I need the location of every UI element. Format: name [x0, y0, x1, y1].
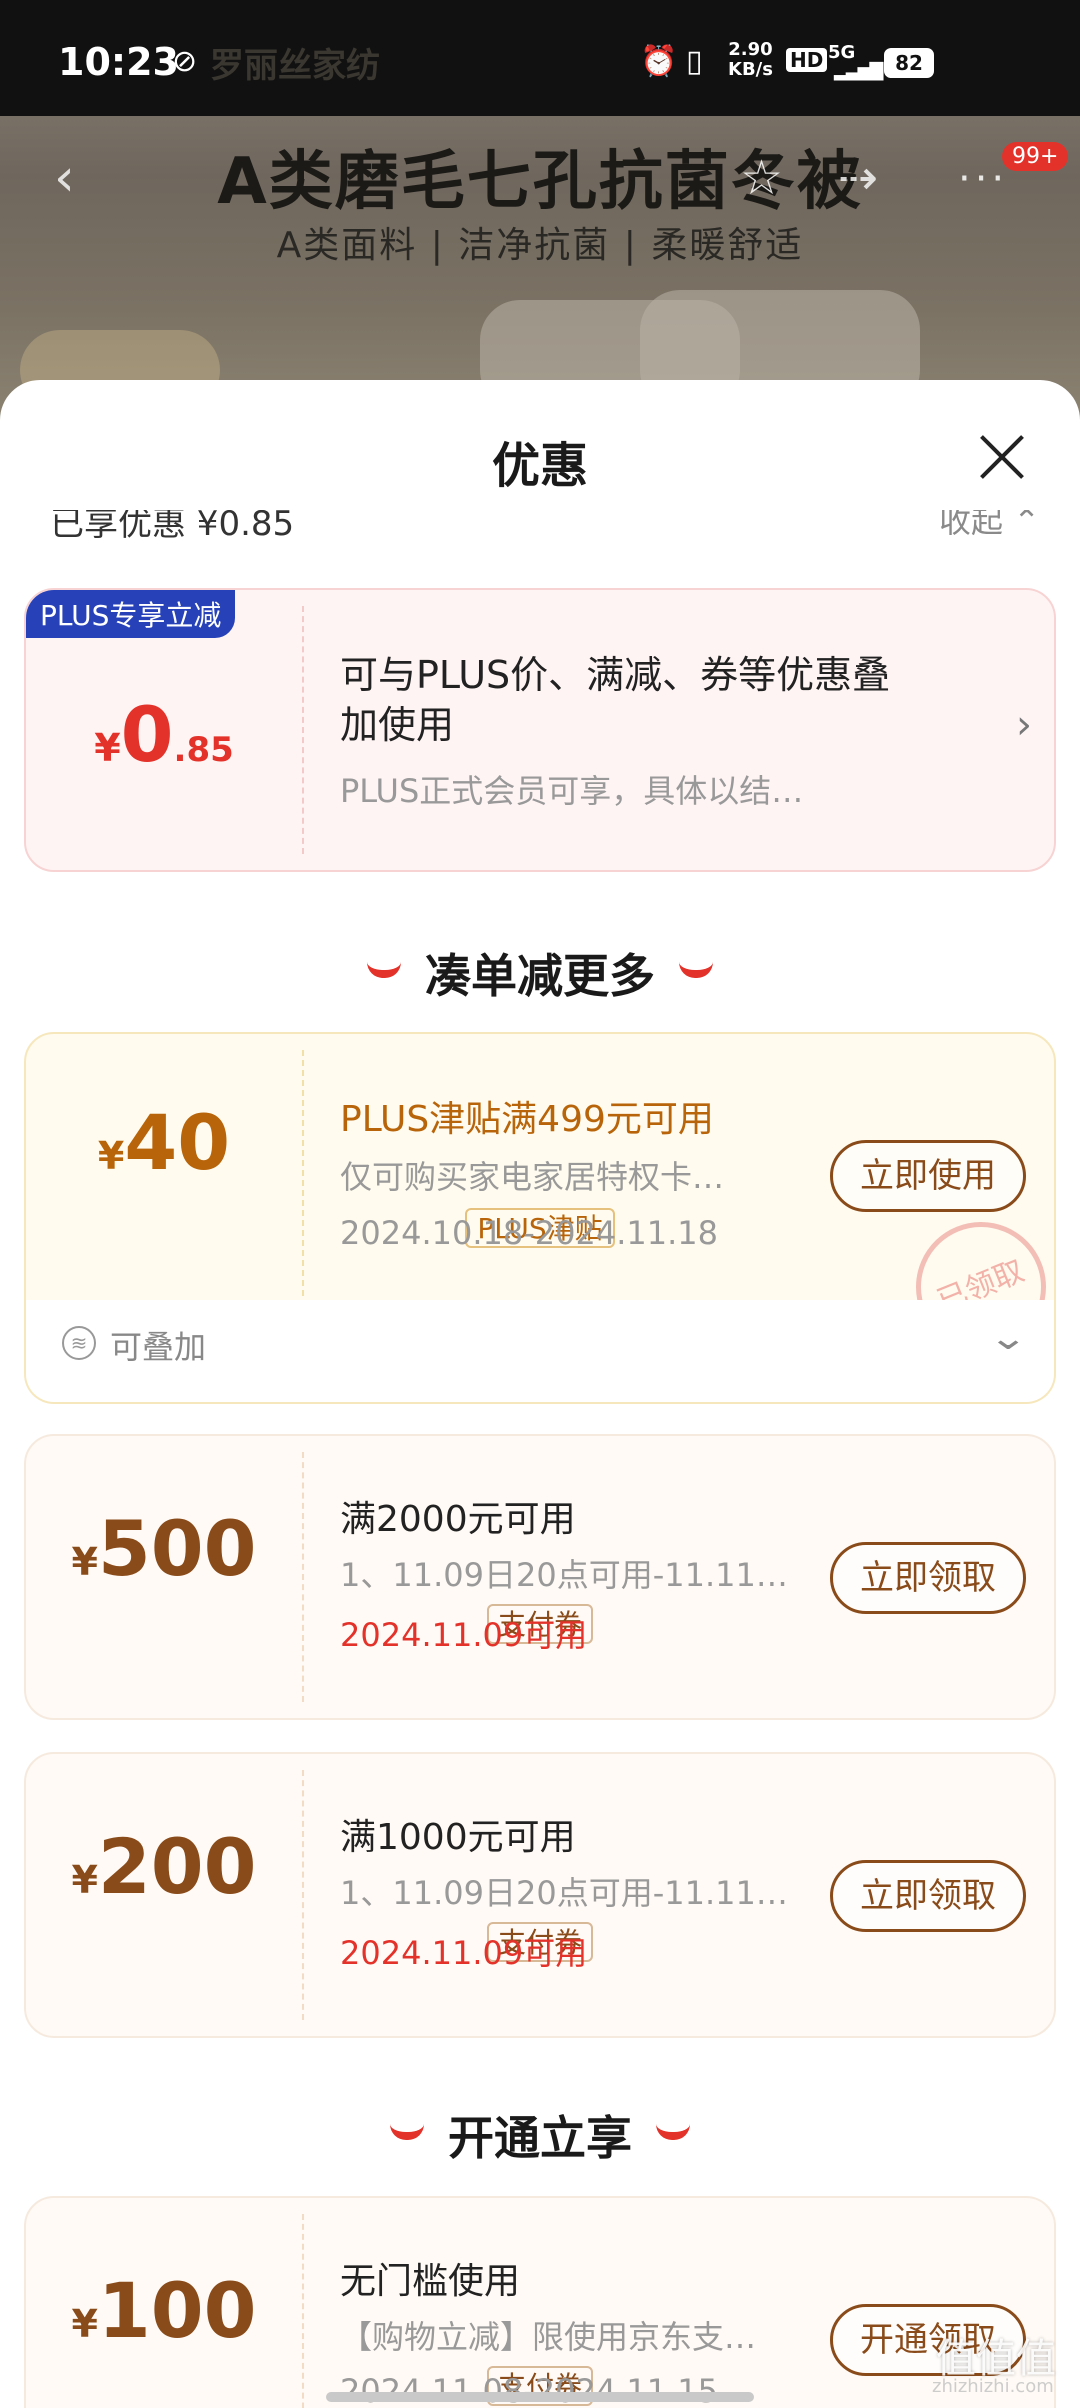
back-icon[interactable]: ‹: [54, 148, 75, 208]
coupon-amount: ¥40: [26, 1098, 302, 1187]
yen-symbol: ¥: [94, 726, 121, 770]
favorite-star-icon[interactable]: ☆: [740, 150, 783, 206]
use-now-button[interactable]: 立即使用: [830, 1140, 1026, 1212]
amount-value: 100: [97, 2266, 257, 2355]
smile-icon: [679, 962, 713, 978]
banner-title: A类磨毛七孔抗菌冬被: [217, 145, 863, 219]
banner-subtitle: A类面料 | 洁净抗菌 | 柔暖舒适: [276, 225, 804, 266]
collapse-label: 收起: [939, 510, 1004, 540]
discount-sheet: 优惠 已享优惠 ¥0.85 收起 ⌃ PLUS专享立减 ¥0.85 可与PLUS…: [0, 380, 1080, 2408]
signal-bars-icon: ▂▃▅▇: [834, 60, 883, 81]
coupon-date: 2024.11.09可用: [340, 1934, 588, 1972]
net-speed: 2.90 KB/s: [728, 40, 773, 80]
card-divider: [302, 1452, 304, 1702]
close-icon[interactable]: [970, 424, 1034, 488]
yen-symbol: ¥: [97, 1134, 125, 1178]
amount-value: 200: [97, 1822, 257, 1911]
yen-symbol: ¥: [71, 1858, 98, 1902]
coupon-title: 满2000元可用: [340, 1499, 576, 1540]
clock: 10:23: [58, 40, 179, 84]
smile-icon: [656, 2124, 690, 2140]
more-icon[interactable]: ···: [958, 156, 1008, 202]
coupon-date: 2024.11.09可用: [340, 1616, 588, 1654]
status-bar: 10:23 ⊘ ⏰ ▯ 2.90 KB/s HD 5G ▂▃▅▇ 82: [0, 0, 1080, 116]
amount-int: 0: [120, 690, 174, 779]
net-speed-value: 2.90: [728, 39, 773, 60]
chevron-up-icon: ⌃: [1013, 510, 1040, 540]
coupon-amount: ¥200: [26, 1822, 302, 1911]
battery-icon: 82: [884, 48, 934, 78]
coupon-desc: 1、11.09日20点可用-11.11…: [340, 1556, 788, 1594]
amount-dec: .85: [173, 730, 234, 770]
sheet-title: 优惠: [491, 438, 588, 494]
plus-desc: PLUS正式会员可享，具体以结…: [340, 772, 804, 810]
coupon-title: 满1000元可用: [340, 1817, 576, 1858]
claim-now-button[interactable]: 立即领取: [830, 1860, 1026, 1932]
section-open-header: 开通立享: [0, 2102, 1080, 2168]
section-open-title: 开通立享: [448, 2111, 632, 2165]
home-indicator[interactable]: [326, 2392, 754, 2402]
coupon-date: 2024.11.08-2024.11.15: [340, 2372, 718, 2408]
amount-value: 40: [124, 1098, 231, 1187]
yen-symbol: ¥: [71, 1540, 98, 1584]
coupon-card-pay-200[interactable]: ¥200 支付券 满1000元可用 1、11.09日20点可用-11.11… 2…: [24, 1752, 1056, 2038]
stackable-row[interactable]: ≋ 可叠加 ⌄: [24, 1300, 1056, 1404]
coupon-card-pay-100[interactable]: ¥100 支付券 无门槛使用 【购物立减】限使用京东支… 2024.11.08-…: [24, 2196, 1056, 2408]
card-divider: [302, 2214, 304, 2408]
share-icon[interactable]: ⇢: [838, 150, 878, 206]
coupon-desc: 1、11.09日20点可用-11.11…: [340, 1874, 788, 1912]
smile-icon: [367, 962, 401, 978]
coupon-title: PLUS津贴满499元可用: [340, 1099, 714, 1140]
card-divider: [302, 606, 304, 854]
chevron-right-icon: ›: [1016, 702, 1032, 748]
message-badge: 99+: [1002, 142, 1069, 171]
claim-now-button[interactable]: 立即领取: [830, 1542, 1026, 1614]
stack-icon: ≋: [62, 1326, 96, 1360]
smile-icon: [390, 2124, 424, 2140]
coupon-card-pay-500[interactable]: ¥500 支付券 满2000元可用 1、11.09日20点可用-11.11… 2…: [24, 1434, 1056, 1720]
coupon-amount: ¥100: [26, 2266, 302, 2355]
coupon-date: 2024.10.18-2024.11.18: [340, 1214, 718, 1252]
stackable-label: 可叠加: [110, 1328, 207, 1366]
alarm-icon: ⏰: [640, 44, 678, 79]
yen-symbol: ¥: [71, 2302, 98, 2346]
net-speed-unit: KB/s: [728, 59, 773, 80]
plus-title: 可与PLUS价、满减、券等优惠叠加使用: [340, 653, 891, 747]
amount-value: 500: [97, 1504, 257, 1593]
coupon-title: 无门槛使用: [340, 2261, 521, 2302]
chevron-down-icon: ⌄: [988, 1318, 1029, 1358]
section-more-header: 凑单减更多: [0, 940, 1080, 1006]
watermark-url: zhizhizhi.com: [932, 2376, 1054, 2397]
vibrate-icon: ▯: [686, 44, 703, 79]
enjoyed-discount-text: 已享优惠 ¥0.85: [50, 510, 295, 544]
card-divider: [302, 1770, 304, 2020]
enjoyed-row: 已享优惠 ¥0.85 收起 ⌃: [50, 510, 1040, 546]
plus-discount-card[interactable]: PLUS专享立减 ¥0.85 可与PLUS价、满减、券等优惠叠加使用 PLUS正…: [24, 588, 1056, 872]
plus-amount: ¥0.85: [26, 690, 302, 779]
collapse-button[interactable]: 收起 ⌃: [939, 510, 1040, 542]
coupon-amount: ¥500: [26, 1504, 302, 1593]
hd-icon: HD: [786, 48, 828, 72]
coupon-desc: 【购物立减】限使用京东支…: [340, 2318, 757, 2356]
section-more-title: 凑单减更多: [425, 949, 655, 1003]
coupon-desc: 仅可购买家电家居特权卡…: [340, 1158, 725, 1196]
plus-badge: PLUS专享立减: [26, 590, 236, 638]
sync-icon: ⊘: [172, 44, 198, 79]
